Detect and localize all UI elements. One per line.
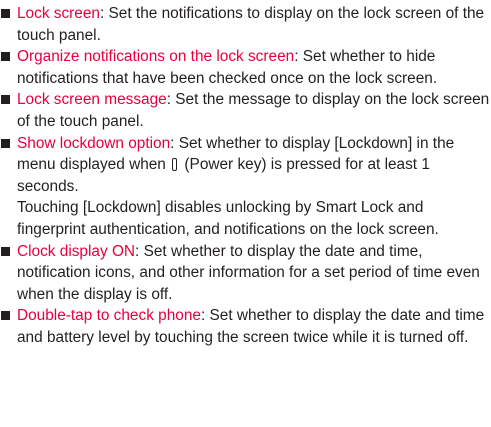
term-organize-notifications: Organize notifications on the lock scree… xyxy=(17,48,295,66)
list-item-lock-screen-message: Lock screen message: Set the message to … xyxy=(0,89,491,132)
square-bullet-icon xyxy=(1,95,10,105)
square-bullet-icon xyxy=(1,311,10,321)
term-lock-screen-message: Lock screen message xyxy=(17,91,167,109)
list-item-double-tap-to-check-phone: Double-tap to check phone: Set whether t… xyxy=(0,305,491,348)
power-key-icon xyxy=(172,158,178,172)
list-item-organize-notifications: Organize notifications on the lock scree… xyxy=(0,46,491,89)
settings-description-list: Lock screen: Set the notifications to di… xyxy=(0,0,491,349)
term-clock-display-on: Clock display ON xyxy=(17,242,136,260)
list-item-show-lockdown-option: Show lockdown option: Set whether to dis… xyxy=(0,133,491,241)
square-bullet-icon xyxy=(1,9,10,18)
list-item-lock-screen: Lock screen: Set the notifications to di… xyxy=(0,3,491,46)
term-lock-screen: Lock screen xyxy=(17,5,100,22)
list-item-clock-display-on: Clock display ON: Set whether to display… xyxy=(0,241,491,306)
square-bullet-icon xyxy=(1,138,10,148)
square-bullet-icon xyxy=(1,52,10,62)
term-double-tap-to-check-phone: Double-tap to check phone xyxy=(17,307,201,325)
term-show-lockdown-option: Show lockdown option xyxy=(17,134,171,152)
square-bullet-icon xyxy=(1,246,10,256)
lockdown-note: Touching [Lockdown] disables unlocking b… xyxy=(17,199,439,238)
